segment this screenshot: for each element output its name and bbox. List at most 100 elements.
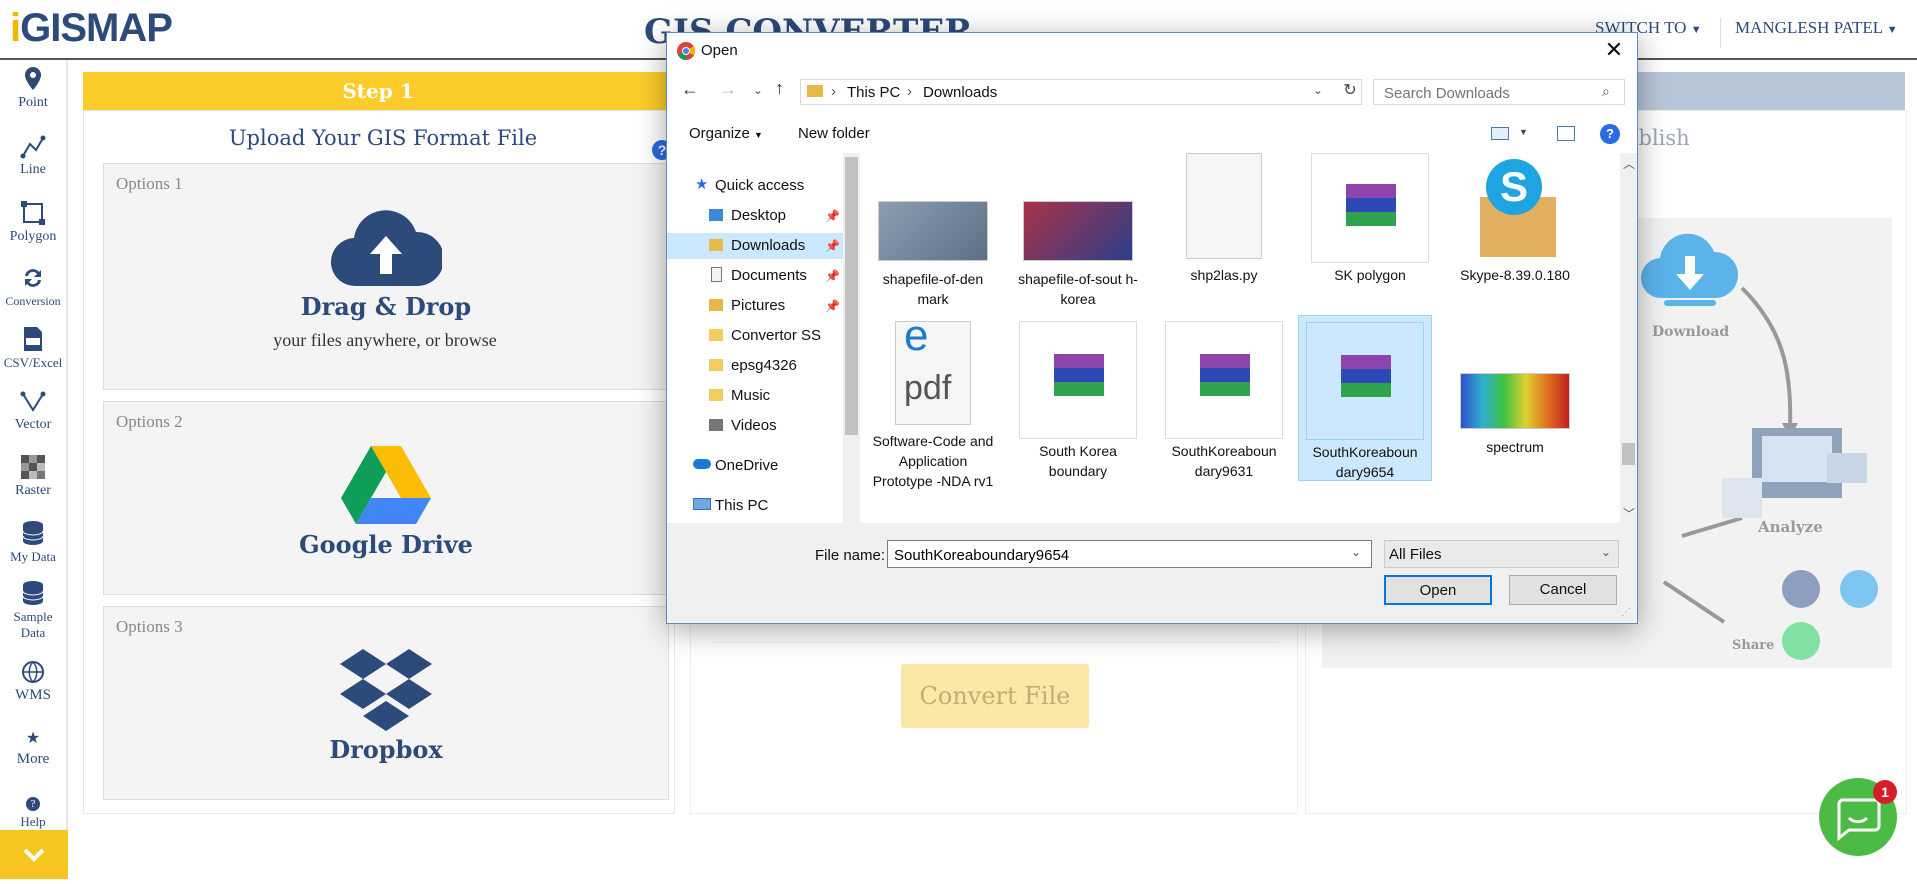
cancel-button[interactable]: Cancel [1509, 575, 1617, 605]
back-arrow-icon[interactable]: ← [681, 79, 699, 100]
analyze-caption: Analyze [1758, 518, 1823, 536]
files-scrollbar-thumb[interactable] [1622, 443, 1635, 465]
nav-item-desktop[interactable]: Desktop 📌 [667, 203, 843, 229]
sidebar-item-label: Line [20, 162, 46, 177]
step3-banner [1620, 72, 1905, 110]
recent-locations-icon[interactable]: ⌄ [753, 83, 763, 97]
google-drive-option[interactable]: Options 2 Google Drive [103, 401, 669, 595]
nav-item-downloads[interactable]: Downloads 📌 [667, 233, 843, 259]
sidebar-item-point[interactable]: Point [0, 66, 66, 111]
folder-icon [709, 329, 723, 341]
file-item[interactable]: S Skype-8.39.0.180 [1451, 153, 1579, 285]
igismap-logo[interactable]: iGISMAP [10, 6, 173, 51]
sidebar-item-my-data[interactable]: My Data [0, 520, 66, 565]
nav-scrollbar-thumb[interactable] [845, 157, 858, 435]
nav-item-label: Music [731, 387, 771, 404]
new-folder-button[interactable]: New folder [798, 125, 870, 142]
file-item[interactable]: shapefile-of-den mark [869, 153, 997, 309]
nav-item-epsg4326[interactable]: epsg4326 [667, 353, 843, 379]
file-item-selected[interactable]: SouthKoreaboun dary9654 [1298, 315, 1432, 481]
files-scrollbar[interactable]: ︿ ﹀ [1620, 153, 1637, 523]
refresh-icon[interactable]: ↻ [1339, 80, 1361, 100]
sidebar-item-label: My Data [10, 549, 56, 564]
open-button[interactable]: Open [1384, 575, 1492, 605]
chevron-down-icon[interactable]: ⌄ [1313, 83, 1323, 97]
file-name-input[interactable] [892, 546, 1336, 565]
wms-icon [22, 661, 44, 683]
file-item[interactable]: SouthKoreaboun dary9631 [1160, 321, 1288, 481]
documents-icon [711, 267, 722, 282]
logo-text: GISMAP [20, 6, 173, 50]
pin-icon[interactable]: 📌 [825, 299, 840, 313]
drag-drop-option[interactable]: Options 1 Drag & Drop [103, 163, 669, 390]
blank-document-icon [1186, 153, 1262, 259]
user-menu[interactable]: MANGLESH PATEL ▼ [1720, 18, 1898, 48]
resize-grip-icon[interactable]: ⋰ [1621, 607, 1631, 618]
logo-prefix: i [10, 6, 21, 50]
preview-pane-icon[interactable] [1557, 126, 1575, 141]
sidebar-item-raster[interactable]: Raster [0, 454, 66, 499]
dropbox-option[interactable]: Options 3 Dropbox [103, 606, 669, 800]
search-downloads-field[interactable]: ⌕ [1373, 79, 1625, 105]
nav-item-quick-access[interactable]: ★ Quick access [689, 175, 849, 199]
file-item[interactable]: e pdf Software-Code and Application Prot… [869, 314, 997, 491]
chevron-down-icon[interactable]: ⌄ [1601, 545, 1611, 559]
scroll-down-icon[interactable]: ﹀ [1623, 505, 1635, 522]
file-item[interactable]: SK polygon [1306, 153, 1434, 285]
forward-arrow-icon[interactable]: → [719, 79, 737, 100]
breadcrumb-this-pc[interactable]: This PC [847, 84, 900, 101]
sidebar-item-csv-excel[interactable]: CSV/Excel [0, 326, 66, 371]
sidebar-item-help[interactable]: ? Help [0, 795, 66, 830]
nav-item-pictures[interactable]: Pictures 📌 [667, 293, 843, 319]
pin-icon[interactable]: 📌 [825, 269, 840, 283]
breadcrumb-downloads[interactable]: Downloads [923, 84, 997, 101]
convert-file-button[interactable]: Convert File [901, 664, 1089, 728]
file-type-value: All Files [1389, 546, 1442, 563]
sidebar-item-more[interactable]: ★ More [0, 728, 66, 768]
dropbox-icon [340, 649, 432, 731]
nav-item-convertor-ss[interactable]: Convertor SS [667, 323, 843, 349]
search-input[interactable] [1382, 84, 1596, 103]
pin-icon[interactable]: 📌 [825, 209, 840, 223]
change-view-icon[interactable] [1491, 127, 1509, 140]
file-type-select[interactable]: All Files ⌄ [1384, 540, 1619, 568]
nav-item-onedrive[interactable]: OneDrive [689, 453, 849, 479]
nav-item-music[interactable]: Music [667, 383, 843, 409]
address-bar[interactable]: › This PC › Downloads ⌄ [800, 79, 1362, 105]
up-arrow-icon[interactable]: ↑ [775, 78, 784, 99]
nav-item-this-pc[interactable]: This PC [689, 493, 849, 519]
sidebar-item-vector[interactable]: Vector [0, 390, 66, 433]
chevron-down-icon[interactable]: ⌄ [1351, 545, 1361, 559]
google-drive-title: Google Drive [299, 530, 473, 559]
google-drive-icon [341, 446, 431, 524]
pin-icon[interactable]: 📌 [825, 239, 840, 253]
dialog-titlebar[interactable]: Open ✕ [667, 33, 1637, 69]
scroll-up-icon[interactable]: ︿ [1623, 155, 1635, 172]
nav-item-documents[interactable]: Documents 📌 [667, 263, 843, 289]
file-name: South Korea boundary [1039, 443, 1117, 479]
file-item[interactable]: South Korea boundary [1014, 321, 1142, 481]
organize-menu[interactable]: Organize ▼ [689, 125, 763, 142]
sidebar-item-polygon[interactable]: Polygon [0, 200, 66, 245]
sidebar-item-line[interactable]: Line [0, 135, 66, 178]
drag-drop-subtitle[interactable]: your files anywhere, or browse [103, 330, 667, 351]
file-name: shp2las.py [1190, 267, 1258, 283]
file-name-field[interactable]: ⌄ [887, 540, 1372, 568]
view-options-caret-icon[interactable]: ▼ [1519, 127, 1528, 137]
computer-icon [693, 498, 711, 510]
nav-scrollbar[interactable] [843, 153, 860, 523]
file-item[interactable]: shp2las.py [1160, 153, 1288, 285]
sidebar-collapse-button[interactable] [0, 830, 68, 879]
sidebar-item-wms[interactable]: WMS [0, 660, 66, 704]
caret-down-icon: ▼ [1886, 24, 1898, 36]
file-item[interactable]: spectrum [1451, 321, 1579, 457]
sidebar-item-conversion[interactable]: Conversion [0, 265, 66, 309]
help-icon[interactable]: ? [1600, 124, 1620, 144]
nav-item-videos[interactable]: Videos [667, 413, 843, 439]
sidebar-item-sample-data[interactable]: Sample Data [0, 580, 66, 641]
pdf-document-icon: e pdf [895, 314, 971, 425]
nav-item-label: OneDrive [715, 457, 779, 474]
left-sidebar: Point Line Polygon Conversion CSV/Excel … [0, 60, 68, 879]
file-item[interactable]: shapefile-of-sout h-korea [1014, 153, 1142, 309]
close-icon[interactable]: ✕ [1599, 37, 1629, 65]
